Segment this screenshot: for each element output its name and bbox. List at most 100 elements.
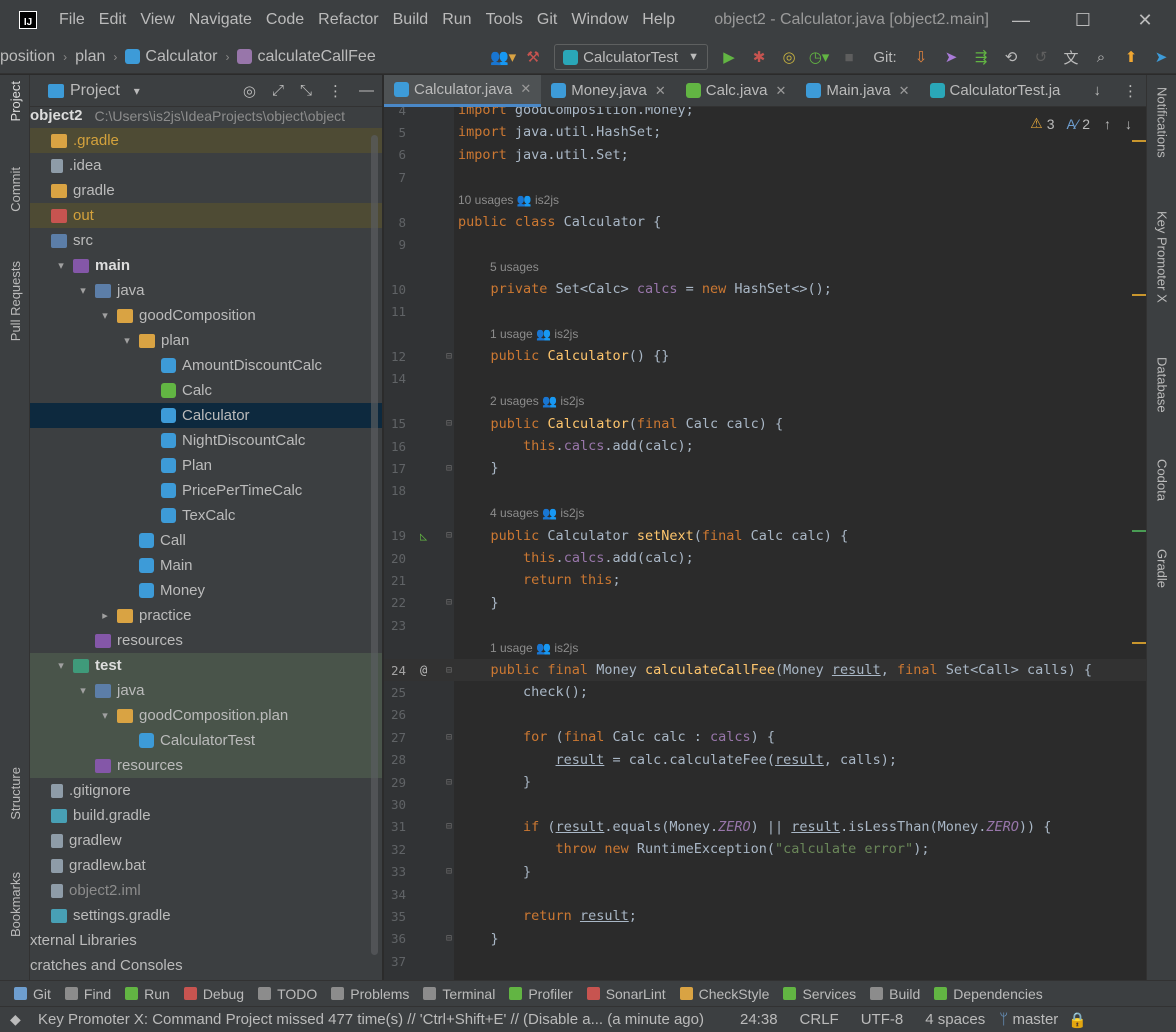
status-message[interactable]: Key Promoter X: Command Project missed 4… [38, 1011, 718, 1028]
code-line[interactable]: 36 ⊟ } [384, 928, 1146, 950]
fold-icon[interactable]: ⊟ [446, 665, 452, 676]
tab-pull-requests[interactable]: Pull Requests [0, 261, 30, 341]
menu-run[interactable]: Run [442, 11, 471, 29]
menu-edit[interactable]: Edit [99, 11, 127, 29]
tab-database[interactable]: Database [1147, 357, 1176, 413]
caret-position[interactable]: 24:38 [740, 1011, 778, 1028]
user-icon[interactable]: 👥▾ [489, 43, 517, 71]
code-line[interactable]: 18 [384, 480, 1146, 502]
code-line[interactable]: 31 ⊟ if (result.equals(Money.ZERO) || res… [384, 816, 1146, 838]
editor-tab[interactable]: Calc.java ✕ [676, 75, 797, 107]
tree-item[interactable]: Money [30, 578, 382, 603]
git-commit-icon[interactable]: ⇶ [967, 43, 995, 71]
close-tab-icon[interactable]: ✕ [655, 83, 666, 99]
chevron-down-icon[interactable]: ▾ [98, 309, 112, 322]
tool-problems[interactable]: Problems [331, 986, 409, 1002]
code-line[interactable]: 24 ⊟ @ public final Money calculateCallFee… [384, 659, 1146, 681]
tool-find[interactable]: Find [64, 986, 111, 1002]
usage-hint[interactable]: 4 usages 👥 is2js [490, 506, 584, 520]
usage-hint[interactable]: 1 usage 👥 is2js [490, 327, 578, 341]
code-line[interactable]: 11 [384, 301, 1146, 323]
change-marker[interactable] [1132, 530, 1146, 532]
previous-highlight-icon[interactable]: ↑ [1104, 116, 1111, 132]
tool-git[interactable]: Git [14, 986, 51, 1002]
search-icon[interactable]: ⌕ [1087, 43, 1115, 71]
code-line[interactable]: 7 [384, 166, 1146, 188]
codota-icon[interactable]: ➤ [1147, 43, 1175, 71]
tree-item[interactable]: NightDiscountCalc [30, 428, 382, 453]
editor-tab[interactable]: Main.java ✕ [796, 75, 919, 107]
fold-icon[interactable]: ⊟ [446, 777, 452, 788]
inspection-widget[interactable]: ⚠ 3 A⁄ 2 ↑ ↓ [1030, 115, 1132, 132]
menu-tools[interactable]: Tools [486, 11, 523, 29]
tool-terminal[interactable]: Terminal [423, 986, 495, 1002]
tree-item[interactable]: gradlew.bat [30, 853, 382, 878]
tool-checkstyle[interactable]: CheckStyle [679, 986, 769, 1002]
code-line[interactable]: 33 ⊟ } [384, 861, 1146, 883]
tree-item[interactable]: Calc [30, 378, 382, 403]
menu-window[interactable]: Window [571, 11, 628, 29]
tab-project[interactable]: Project [0, 81, 30, 121]
expand-all-icon[interactable]: ⤢ [272, 82, 284, 99]
chevron-down-icon[interactable]: ▾ [76, 284, 90, 297]
breadcrumb-calculator[interactable]: Calculator [125, 48, 217, 66]
menu-file[interactable]: File [59, 11, 85, 29]
menu-refactor[interactable]: Refactor [318, 11, 378, 29]
fold-icon[interactable]: ⊟ [446, 530, 452, 541]
fold-icon[interactable]: ⊟ [446, 597, 452, 608]
chevron-down-icon[interactable]: ▾ [120, 334, 134, 347]
code-line[interactable]: 19 ⊟ ◺ public Calculator setNext(final Cal… [384, 525, 1146, 547]
tree-item[interactable]: gradlew [30, 828, 382, 853]
code-line[interactable]: 27 ⊟ for (final Calc calc : calcs) { [384, 726, 1146, 748]
chevron-down-icon[interactable]: ▾ [54, 659, 68, 672]
scrollbar-thumb[interactable] [371, 135, 378, 955]
git-update-icon[interactable]: ⇩ [907, 43, 935, 71]
tree-item[interactable]: ▾ test [30, 653, 382, 678]
translate-icon[interactable]: 文 [1057, 43, 1085, 71]
code-line[interactable]: 14 [384, 368, 1146, 390]
tree-item[interactable]: CalculatorTest [30, 728, 382, 753]
menu-view[interactable]: View [140, 11, 174, 29]
tree-item[interactable]: .gitignore [30, 778, 382, 803]
lock-icon[interactable]: 🔒 [1068, 1011, 1087, 1029]
debug-icon[interactable]: ✱ [745, 43, 773, 71]
breadcrumb-position[interactable]: position [0, 48, 55, 66]
tree-item[interactable]: Calculator [30, 403, 382, 428]
code-line[interactable]: 26 [384, 704, 1146, 726]
warning-marker[interactable] [1132, 140, 1146, 142]
tree-item[interactable]: object2.iml [30, 878, 382, 903]
tab-commit[interactable]: Commit [0, 167, 30, 212]
locate-icon[interactable]: ◎ [243, 82, 256, 100]
tab-gradle[interactable]: Gradle [1147, 549, 1176, 588]
menu-code[interactable]: Code [266, 11, 304, 29]
breadcrumb-plan[interactable]: plan [75, 48, 105, 66]
code-line[interactable]: 10 private Set<Calc> calcs = new HashSet… [384, 278, 1146, 300]
tool-debug[interactable]: Debug [183, 986, 244, 1002]
collapse-all-icon[interactable]: ⤡ [300, 82, 312, 99]
build-hammer-icon[interactable]: ⚒ [519, 43, 547, 71]
layers-icon[interactable]: ◆ [10, 1011, 21, 1028]
tree-item[interactable]: src [30, 228, 382, 253]
options-icon[interactable]: ⋮ [328, 82, 343, 100]
tree-item[interactable]: PricePerTimeCalc [30, 478, 382, 503]
tool-profiler[interactable]: Profiler [509, 986, 573, 1002]
git-branch[interactable]: ᛘ master [999, 1011, 1058, 1028]
code-line[interactable]: 34 [384, 883, 1146, 905]
run-config-select[interactable]: CalculatorTest ▼ [554, 44, 708, 70]
next-highlight-icon[interactable]: ↓ [1125, 116, 1132, 132]
update-icon[interactable]: ⬆ [1117, 43, 1145, 71]
code-line[interactable]: 30 [384, 793, 1146, 815]
tab-list-down-icon[interactable]: ↓ [1094, 82, 1102, 100]
code-line[interactable]: 23 [384, 614, 1146, 636]
annotation-gutter-icon[interactable]: @ [420, 663, 427, 677]
fold-icon[interactable]: ⊟ [446, 866, 452, 877]
fold-icon[interactable]: ⊟ [446, 351, 452, 362]
project-root[interactable]: object2 C:\Users\is2js\IdeaProjects\obje… [30, 103, 382, 128]
rollback-icon[interactable]: ↺ [1027, 43, 1055, 71]
code-line[interactable]: 22 ⊟ } [384, 592, 1146, 614]
tree-item[interactable]: .idea [30, 153, 382, 178]
stop-icon[interactable]: ■ [835, 43, 863, 71]
code-line[interactable]: 6 import java.util.Set; [384, 144, 1146, 166]
usage-hint[interactable]: 10 usages 👥 is2js [458, 193, 559, 207]
code-line[interactable]: 29 ⊟ } [384, 771, 1146, 793]
